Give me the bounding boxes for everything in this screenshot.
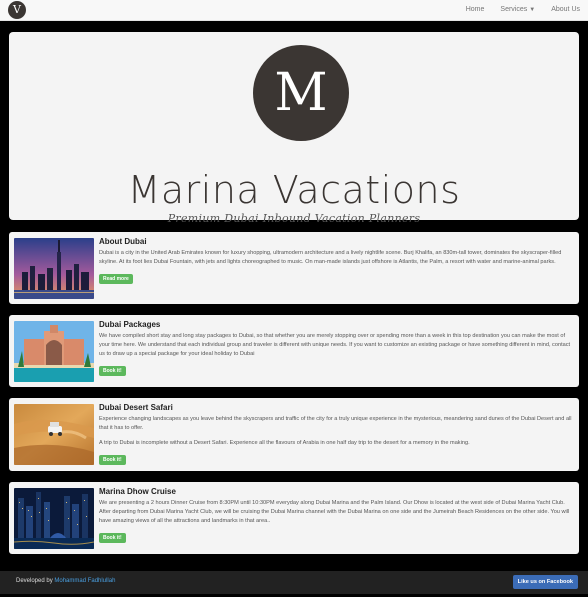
nav-link-services[interactable]: Services ▼: [492, 0, 543, 20]
card-text-secondary: A trip to Dubai is incomplete without a …: [99, 440, 470, 446]
hero-jumbotron: M Marina Vacations Premium Dubai Inbound…: [9, 32, 579, 225]
footer-developed-by: Developed by: [16, 578, 53, 584]
footer-author-link[interactable]: Mohammad Fadhlullah: [54, 578, 115, 584]
card-body: Marina Dhow Cruise We are presenting a 2…: [99, 487, 573, 544]
card-body: Dubai Packages We have compiled short st…: [99, 320, 573, 377]
card-title: Marina Dhow Cruise: [99, 487, 176, 496]
brand-logo[interactable]: V: [8, 1, 26, 19]
facebook-like-button[interactable]: Like us on Facebook: [512, 575, 578, 589]
nav-link-home[interactable]: Home: [458, 0, 493, 20]
book-it-button[interactable]: Book it!: [99, 533, 126, 543]
atlantis-hotel-image: [14, 321, 94, 382]
card-title: Dubai Packages: [99, 320, 161, 329]
card-body: Dubai Desert Safari Experience changing …: [99, 403, 573, 466]
book-it-button[interactable]: Book it!: [99, 366, 126, 376]
nav-link-services-label: Services: [500, 6, 528, 13]
card-body: About Dubai Dubai is a city in the Unite…: [99, 237, 573, 285]
hero-title: Marina Vacations: [127, 168, 461, 212]
card-title: About Dubai: [99, 237, 147, 246]
hero-logo: M: [253, 45, 349, 141]
dubai-marina-image: [14, 488, 94, 549]
caret-down-icon: ▼: [529, 7, 536, 13]
nav-link-about-us[interactable]: About Us: [543, 0, 588, 20]
book-it-button[interactable]: Book it!: [99, 455, 126, 465]
card-desert-safari: Dubai Desert Safari Experience changing …: [9, 398, 579, 471]
dubai-skyline-image: [14, 238, 94, 299]
read-more-button[interactable]: Read more: [99, 274, 133, 284]
card-text: Dubai is a city in the United Arab Emira…: [99, 250, 562, 265]
page-footer: Developed by Mohammad Fadhlullah Like us…: [0, 571, 588, 594]
card-text: We are presenting a 2 hours Dinner Cruis…: [99, 500, 570, 524]
card-dubai-packages: Dubai Packages We have compiled short st…: [9, 315, 579, 387]
nav-links: Home Services ▼ About Us: [458, 0, 588, 20]
card-dhow-cruise: Marina Dhow Cruise We are presenting a 2…: [9, 482, 579, 554]
top-navbar: V Home Services ▼ About Us: [0, 0, 588, 21]
card-title: Dubai Desert Safari: [99, 403, 173, 412]
footer-credit: Developed by Mohammad Fadhlullah: [16, 578, 115, 584]
card-text: Experience changing landscapes as you le…: [99, 416, 572, 431]
card-about-dubai: About Dubai Dubai is a city in the Unite…: [9, 232, 579, 304]
card-text: We have compiled short stay and long sta…: [99, 333, 571, 357]
hero-subtitle: Premium Dubai Inbound Vacation Planners: [167, 212, 421, 225]
desert-safari-image: [14, 404, 94, 465]
